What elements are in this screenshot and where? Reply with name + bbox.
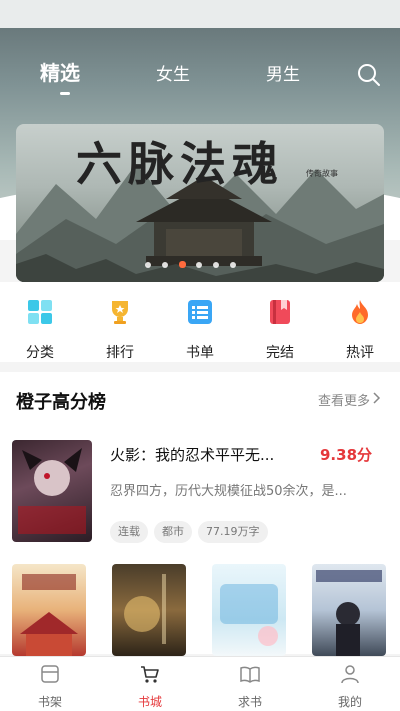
category-label: 完结 — [266, 345, 294, 361]
banner-title: 六脉法魂 — [76, 137, 284, 191]
carousel-dot[interactable] — [162, 262, 168, 268]
book-cover-3[interactable] — [212, 564, 286, 656]
carousel-dot[interactable] — [145, 262, 151, 268]
book-cover-image — [316, 570, 382, 656]
tag-genre: 都市 — [154, 521, 192, 543]
bottom-navigation: 书架 书城 求书 我的 — [0, 656, 400, 711]
book-title[interactable]: 火影：我的忍术平平无... — [110, 444, 310, 465]
search-button[interactable] — [356, 62, 382, 88]
open-book-icon — [240, 666, 260, 683]
person-icon — [341, 665, 359, 684]
search-icon — [358, 64, 380, 86]
nav-label: 书架 — [37, 695, 62, 709]
section-title: 橙子高分榜 — [16, 392, 106, 413]
book-description: 忍界四方，历代大规模征战50余次，是... — [110, 484, 347, 499]
trophy-icon — [112, 301, 128, 324]
category-item-hot-review[interactable]: 热评 — [330, 298, 390, 362]
nav-request-book[interactable]: 求书 — [220, 663, 280, 710]
category-item-booklist[interactable]: 书单 — [170, 298, 230, 362]
carousel-dot[interactable] — [213, 262, 219, 268]
nav-label: 求书 — [237, 695, 262, 709]
see-more-link[interactable]: 查看更多 — [318, 390, 370, 409]
category-label: 书单 — [186, 345, 214, 361]
nav-bookshelf[interactable]: 书架 — [20, 663, 80, 710]
book-cover-4[interactable] — [312, 564, 386, 656]
high-score-section: 橙子高分榜 查看更多 火影：我的忍术平平无... 9.38分 忍界四方，历代大规… — [0, 372, 400, 656]
cart-icon — [141, 666, 159, 683]
top-tabs: 精选 女生 男生 — [0, 58, 400, 98]
category-item-classify[interactable]: 分类 — [10, 298, 70, 362]
book-score: 9.38分 — [320, 446, 373, 464]
page: 精选 女生 男生 六脉法魂 传奇故事 分类 排行 书单 完结 热评 橙子高分榜 … — [0, 0, 400, 711]
status-bar — [0, 0, 400, 28]
tab-male[interactable]: 男生 — [266, 60, 300, 90]
book-cover-2[interactable] — [112, 564, 186, 656]
bookshelf-icon — [41, 665, 59, 683]
carousel-dot[interactable] — [230, 262, 236, 268]
nav-bookstore[interactable]: 书城 — [120, 663, 180, 710]
category-label: 分类 — [26, 345, 54, 361]
book-cover[interactable] — [12, 440, 92, 542]
banner-subtitle: 传奇故事 — [306, 169, 338, 178]
book-cover-1[interactable] — [12, 564, 86, 656]
tag-status: 连载 — [110, 521, 148, 543]
category-label: 排行 — [106, 345, 134, 361]
nav-label: 书城 — [137, 695, 162, 709]
tab-female[interactable]: 女生 — [156, 60, 190, 90]
category-item-rank[interactable]: 排行 — [90, 298, 150, 362]
nav-label: 我的 — [337, 695, 362, 709]
book-cover-image — [220, 584, 278, 646]
list-icon — [188, 300, 212, 324]
book-icon — [270, 300, 290, 324]
tab-selected[interactable]: 精选 — [40, 58, 80, 88]
tab-indicator — [60, 92, 70, 95]
book-cover-image — [20, 574, 78, 656]
carousel-dot-active[interactable] — [179, 261, 186, 268]
tag-word-count: 77.19万字 — [198, 521, 268, 543]
featured-book-item[interactable]: 火影：我的忍术平平无... 9.38分 忍界四方，历代大规模征战50余次，是..… — [0, 432, 400, 552]
book-cover-image — [124, 574, 166, 644]
book-cover-image — [18, 448, 86, 534]
grid-icon — [28, 300, 52, 324]
flame-icon — [352, 300, 368, 324]
book-cover-row — [0, 564, 400, 656]
category-item-finished[interactable]: 完结 — [250, 298, 310, 362]
banner-carousel[interactable]: 六脉法魂 传奇故事 — [16, 124, 384, 282]
category-label: 热评 — [346, 345, 374, 361]
chevron-right-icon[interactable] — [373, 392, 381, 404]
carousel-dot[interactable] — [196, 262, 202, 268]
nav-profile[interactable]: 我的 — [320, 663, 380, 710]
category-grid: 分类 排行 书单 完结 热评 — [0, 282, 400, 362]
